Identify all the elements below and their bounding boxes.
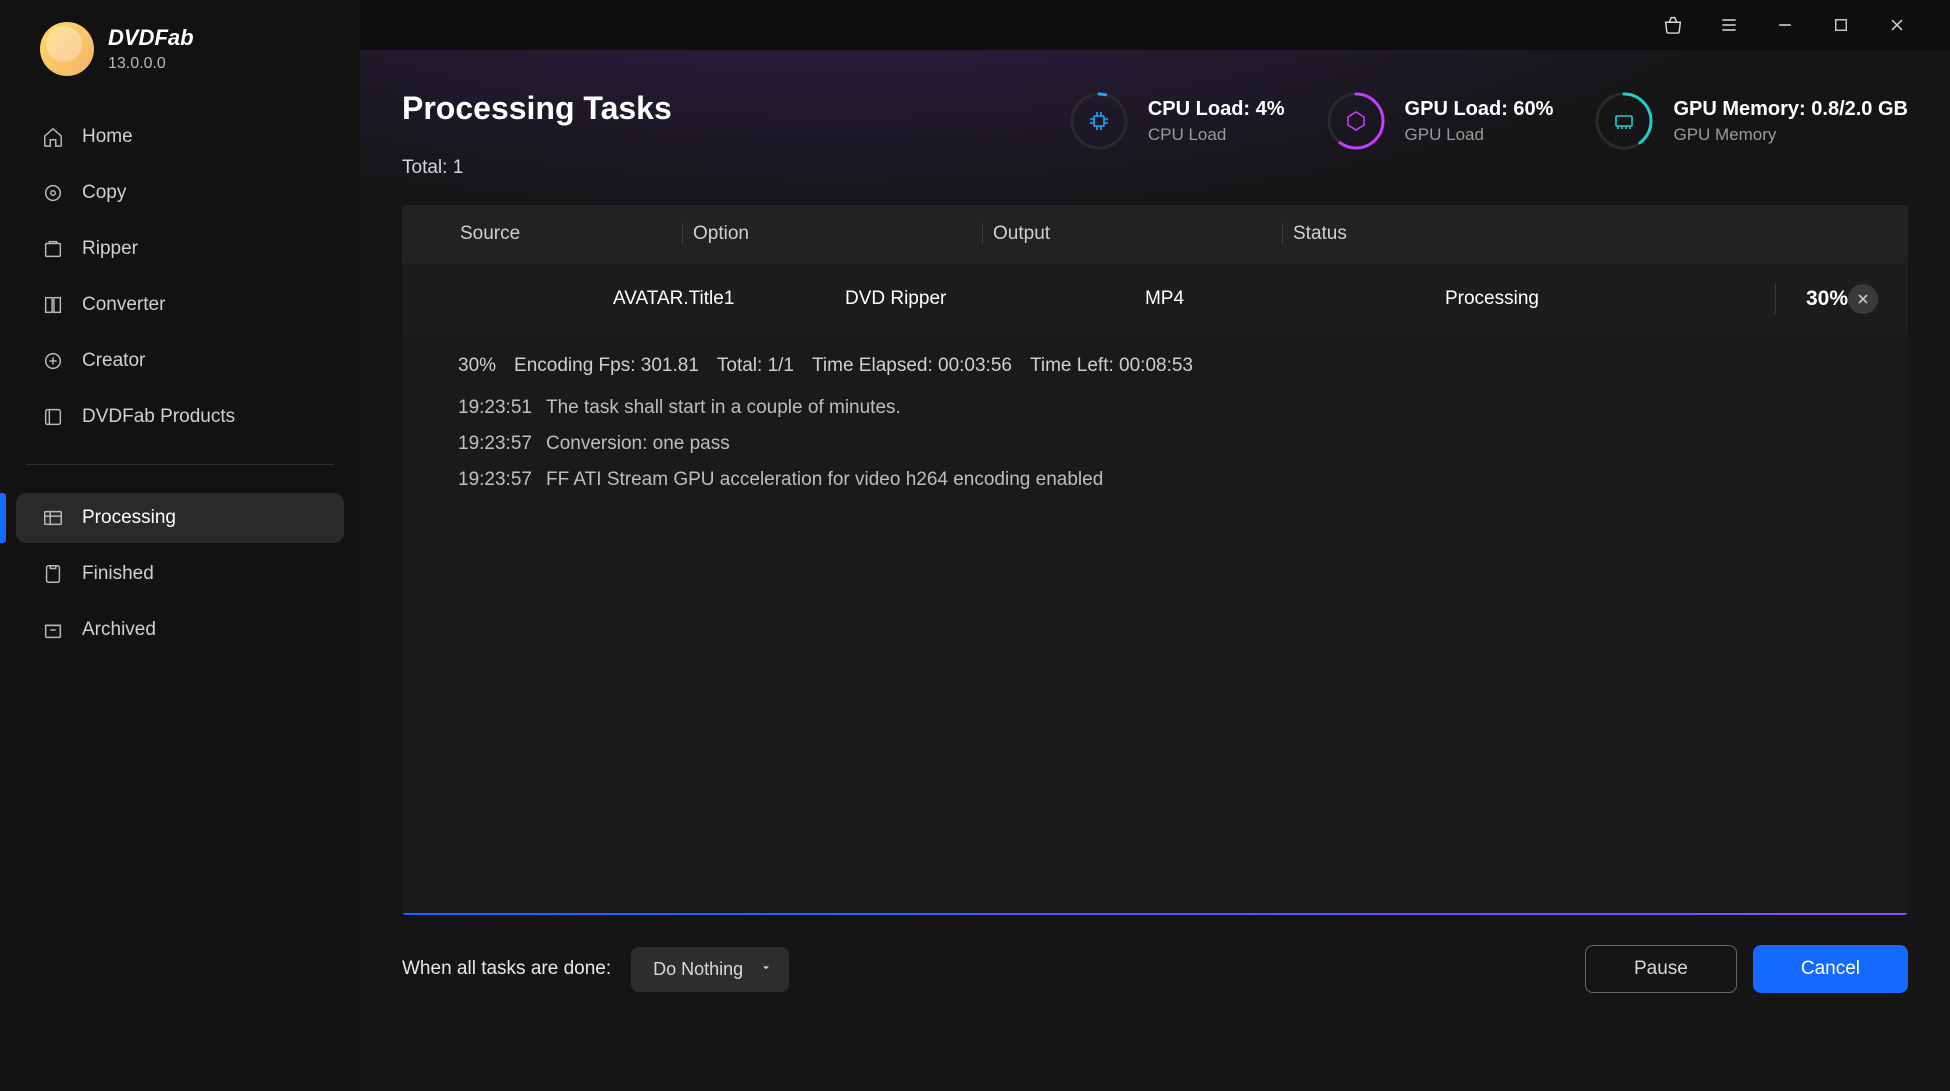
copy-icon	[42, 182, 64, 204]
app-logo-icon	[40, 22, 94, 76]
ripper-icon	[42, 238, 64, 260]
minimize-button[interactable]	[1772, 12, 1798, 38]
sidebar-item-label: Ripper	[82, 238, 138, 260]
titlebar	[360, 0, 1950, 50]
processing-icon	[42, 507, 64, 529]
home-icon	[42, 126, 64, 148]
task-percent: 30%	[1806, 287, 1848, 311]
task-status: Processing	[1435, 288, 1775, 310]
header-output: Output	[982, 223, 1282, 245]
log-fps: Encoding Fps: 301.81	[514, 355, 699, 377]
gpu-ring-icon	[1325, 90, 1387, 152]
header-status: Status	[1282, 223, 1622, 245]
cpu-meter-sub: CPU Load	[1148, 125, 1285, 145]
log-msg: FF ATI Stream GPU acceleration for video…	[546, 469, 1103, 491]
log-line: 19:23:57 FF ATI Stream GPU acceleration f…	[458, 469, 1852, 491]
sidebar-item-label: Converter	[82, 294, 165, 316]
sidebar-item-label: Archived	[82, 619, 156, 641]
log-msg: The task shall start in a couple of minu…	[546, 397, 901, 419]
page-title: Processing Tasks	[402, 90, 672, 127]
after-tasks-select[interactable]: Do Nothing	[631, 947, 789, 992]
sidebar-item-processing[interactable]: Processing	[16, 493, 344, 543]
log-line: 19:23:51 The task shall start in a couple…	[458, 397, 1852, 419]
sidebar-item-home[interactable]: Home	[16, 112, 344, 162]
app-version: 13.0.0.0	[108, 55, 194, 73]
header-option: Option	[682, 223, 982, 245]
after-tasks-label: When all tasks are done:	[402, 958, 611, 980]
sidebar-item-label: Home	[82, 126, 133, 148]
sidebar: DVDFab 13.0.0.0 Home Copy Ripper Converter C…	[0, 0, 360, 1091]
sidebar-item-label: Finished	[82, 563, 154, 585]
sidebar-item-ripper[interactable]: Ripper	[16, 224, 344, 274]
log-time: 19:23:57	[458, 433, 532, 455]
sidebar-item-label: Processing	[82, 507, 176, 529]
task-source: AVATAR.Title1	[555, 288, 835, 310]
mem-meter-title: GPU Memory: 0.8/2.0 GB	[1673, 98, 1908, 121]
mem-meter-sub: GPU Memory	[1673, 125, 1908, 145]
sidebar-item-converter[interactable]: Converter	[16, 280, 344, 330]
sidebar-item-archived[interactable]: Archived	[16, 605, 344, 655]
gpu-meter-sub: GPU Load	[1405, 125, 1554, 145]
header-source: Source	[402, 223, 682, 245]
table-header: Source Option Output Status	[402, 205, 1908, 263]
chevron-down-icon	[759, 959, 773, 980]
cpu-meter-title: CPU Load: 4%	[1148, 98, 1285, 121]
task-log: 30% Encoding Fps: 301.81 Total: 1/1 Time…	[402, 335, 1908, 511]
log-pct: 30%	[458, 355, 496, 377]
basket-icon[interactable]	[1660, 12, 1686, 38]
products-icon	[42, 406, 64, 428]
log-time: 19:23:57	[458, 469, 532, 491]
finished-icon	[42, 563, 64, 585]
sidebar-item-label: Copy	[82, 182, 126, 204]
task-option: DVD Ripper	[835, 288, 1135, 310]
creator-icon	[42, 350, 64, 372]
sidebar-item-label: DVDFab Products	[82, 406, 235, 428]
maximize-button[interactable]	[1828, 12, 1854, 38]
sidebar-item-copy[interactable]: Copy	[16, 168, 344, 218]
sidebar-item-dvdfab-products[interactable]: DVDFab Products	[16, 392, 344, 442]
sidebar-divider	[26, 464, 334, 465]
close-button[interactable]	[1884, 12, 1910, 38]
after-tasks-value: Do Nothing	[653, 959, 743, 979]
cpu-ring-icon	[1068, 90, 1130, 152]
gpu-meter: GPU Load: 60% GPU Load	[1325, 90, 1554, 152]
menu-icon[interactable]	[1716, 12, 1742, 38]
cpu-meter: CPU Load: 4% CPU Load	[1068, 90, 1285, 152]
sidebar-item-finished[interactable]: Finished	[16, 549, 344, 599]
sidebar-item-creator[interactable]: Creator	[16, 336, 344, 386]
archived-icon	[42, 619, 64, 641]
log-left: Time Left: 00:08:53	[1030, 355, 1193, 377]
log-total: Total: 1/1	[717, 355, 794, 377]
task-output: MP4	[1135, 288, 1435, 310]
pause-button[interactable]: Pause	[1585, 945, 1737, 993]
gpu-meter-title: GPU Load: 60%	[1405, 98, 1554, 121]
converter-icon	[42, 294, 64, 316]
task-cancel-button[interactable]	[1848, 284, 1878, 314]
log-elapsed: Time Elapsed: 00:03:56	[812, 355, 1012, 377]
app-name: DVDFab	[108, 25, 194, 51]
logo-block: DVDFab 13.0.0.0	[0, 22, 360, 100]
mem-ring-icon	[1593, 90, 1655, 152]
log-msg: Conversion: one pass	[546, 433, 730, 455]
total-count: Total: 1	[402, 157, 672, 179]
mem-meter: GPU Memory: 0.8/2.0 GB GPU Memory	[1593, 90, 1908, 152]
sidebar-item-label: Creator	[82, 350, 145, 372]
log-line: 19:23:57 Conversion: one pass	[458, 433, 1852, 455]
cancel-button[interactable]: Cancel	[1753, 945, 1908, 993]
log-time: 19:23:51	[458, 397, 532, 419]
tasks-table: Source Option Output Status AVATAR.Title…	[402, 205, 1908, 915]
task-row[interactable]: AVATAR.Title1 DVD Ripper MP4 Processing …	[402, 263, 1908, 335]
